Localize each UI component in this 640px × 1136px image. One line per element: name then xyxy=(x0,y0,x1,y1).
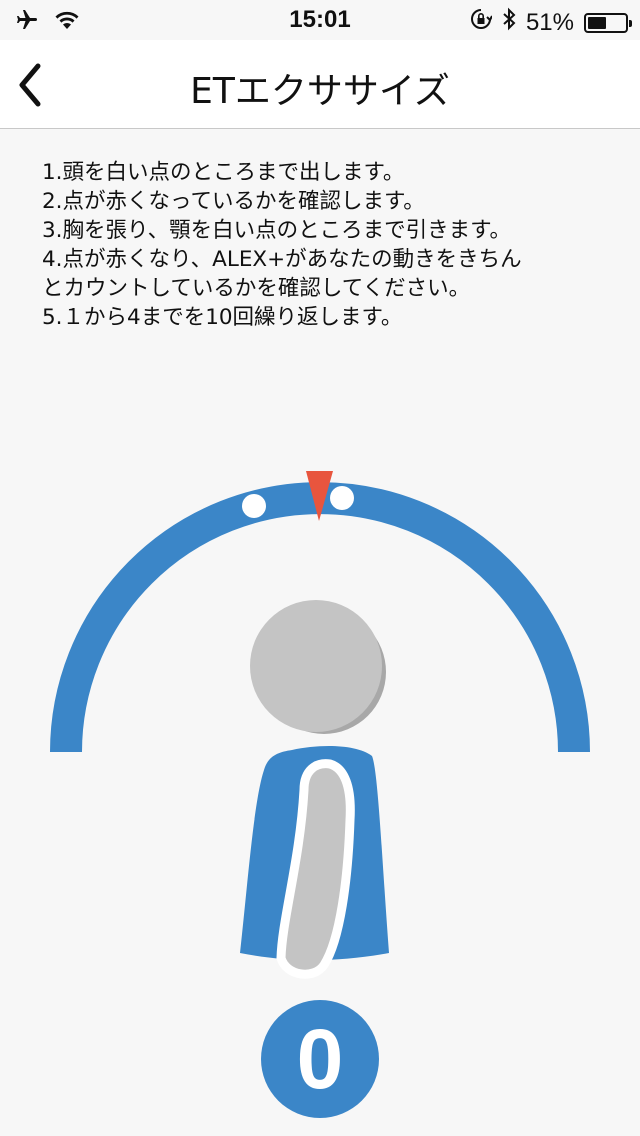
target-dot-right xyxy=(330,486,354,510)
repetition-count: 0 xyxy=(261,1000,379,1118)
target-dot-left xyxy=(242,494,266,518)
page-title: ETエクササイズ xyxy=(190,71,450,112)
status-bar: 15:01 51% xyxy=(0,0,640,40)
navigation-bar: ETエクササイズ xyxy=(0,40,640,129)
battery-percent: 51% xyxy=(525,8,574,36)
figure-head xyxy=(250,600,386,734)
instruction-line: 5.１から4までを10回繰り返します。 xyxy=(42,305,403,330)
instruction-line: 4.点が赤くなり、ALEX+があなたの動きをきちん xyxy=(42,247,522,272)
status-right: 51% xyxy=(470,7,632,38)
rotation-lock-icon xyxy=(470,8,493,37)
bluetooth-icon xyxy=(502,7,516,38)
instruction-line: とカウントしているかを確認してください。 xyxy=(42,276,471,301)
battery-fill xyxy=(588,16,607,29)
instruction-line: 1.頭を白い点のところまで出します。 xyxy=(42,160,405,185)
instruction-line: 2.点が赤くなっているかを確認します。 xyxy=(42,189,425,214)
instructions: 1.頭を白い点のところまで出します。 2.点が赤くなっているかを確認します。 3… xyxy=(42,158,602,332)
instruction-line: 3.胸を張り、顎を白い点のところまで引きます。 xyxy=(42,218,512,243)
battery-icon xyxy=(584,12,632,33)
